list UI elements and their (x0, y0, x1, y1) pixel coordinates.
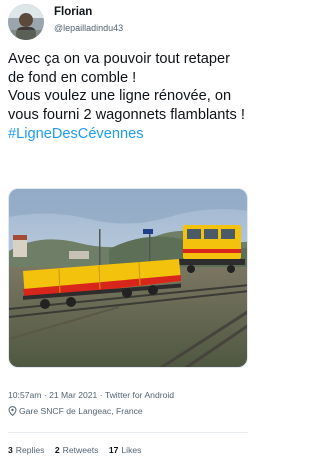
retweets-stat[interactable]: 2 Retweets (55, 445, 99, 455)
location-pin-icon (8, 406, 17, 416)
engagement-stats: 3 Replies 2 Retweets 17 Likes (8, 445, 149, 455)
tweet-line-2: Vous voulez une ligne rénovée, on vous f… (8, 88, 245, 123)
tweet-location[interactable]: Gare SNCF de Langeac, France (8, 406, 143, 416)
tweet-line-1: Avec ça on va pouvoir tout retaper de fo… (8, 51, 231, 86)
likes-label: Likes (121, 445, 142, 455)
retweets-count: 2 (54, 445, 60, 455)
likes-stat[interactable]: 17 Likes (109, 445, 142, 455)
replies-count: 3 (8, 445, 13, 455)
location-label: Gare SNCF de Langeac, France (19, 406, 143, 416)
author-handle[interactable]: @lepailladindu43 (54, 23, 123, 33)
tweet-timestamp[interactable]: 10:57am · 21 Mar 2021 · Twitter for Andr… (8, 390, 174, 400)
tweet-header: Florian @lepailladindu43 (8, 4, 248, 40)
tweet-photo[interactable] (8, 188, 248, 368)
tweet-text: Avec ça on va pouvoir tout retaper de fo… (8, 50, 250, 144)
retweets-label: Retweets (62, 445, 99, 455)
avatar[interactable] (8, 4, 44, 40)
railway-wagons-photo (9, 189, 247, 367)
likes-count: 17 (108, 445, 119, 455)
hashtag-link[interactable]: #LigneDesCévennes (8, 125, 250, 144)
author-name[interactable]: Florian (54, 6, 92, 18)
divider (8, 432, 248, 433)
replies-stat[interactable]: 3 Replies (8, 445, 44, 455)
replies-label: Replies (15, 445, 45, 455)
avatar-image (8, 4, 44, 40)
